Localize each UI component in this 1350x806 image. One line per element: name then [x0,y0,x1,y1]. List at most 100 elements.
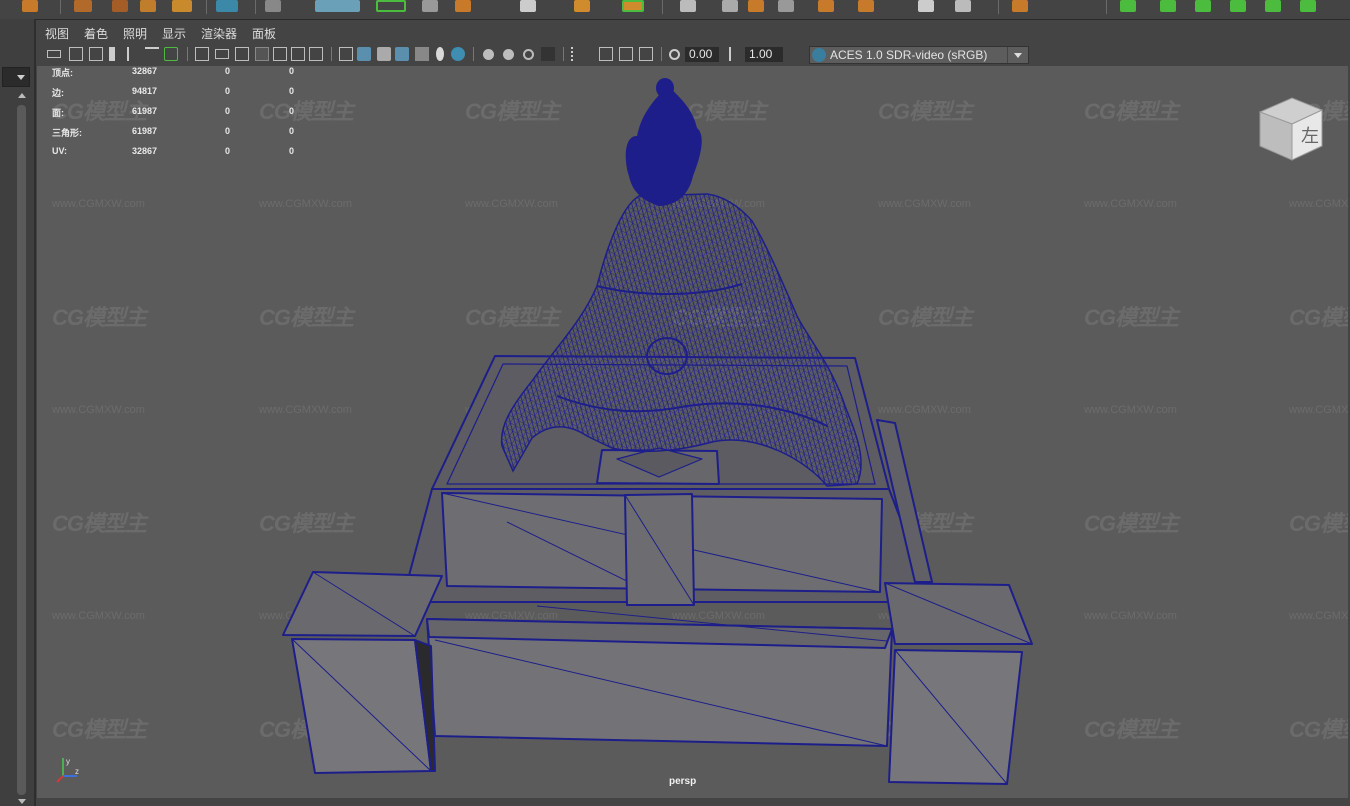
exposure-icon[interactable] [669,49,680,60]
shelf-icon[interactable] [1265,0,1281,12]
shelf-icon[interactable] [722,0,738,12]
shelf-icon[interactable] [172,0,192,12]
shelf-icon[interactable] [918,0,934,12]
hud-value: 0 [225,126,231,136]
shelf-icon[interactable] [778,0,794,12]
shelf-icon[interactable] [315,0,360,12]
buddha-mesh [500,78,862,487]
xray-active-icon[interactable] [619,47,633,61]
gamma-icon[interactable] [729,47,739,61]
image-plane-icon[interactable] [109,47,115,61]
shelf-icon[interactable] [1160,0,1176,12]
isolate-select-icon[interactable] [571,47,587,61]
shelf-icon[interactable] [1230,0,1246,12]
shelf-icon[interactable] [1195,0,1211,12]
viewcube-face-label: 左 [1301,126,1319,147]
3d-viewport[interactable]: CG模型主 CG模型主 CG模型主 CG模型主 CG模型主 CG模型主 CG模型主 CG模型主… [37,66,1348,798]
resolution-gate-icon[interactable] [235,47,249,61]
gamma-field[interactable]: 1.00 [745,47,783,62]
select-camera-icon[interactable] [47,50,61,58]
shelf-icon[interactable] [622,0,644,12]
hud-value: 0 [289,126,295,136]
view-cube[interactable]: 左 [1257,94,1327,164]
shelf-icon[interactable] [748,0,764,12]
hud-label: 顶点: [52,68,73,78]
wireframe-icon[interactable] [339,47,353,61]
menu-renderer[interactable]: 渲染器 [201,25,237,42]
chevron-down-icon[interactable] [1007,47,1028,63]
xray-icon[interactable] [599,47,613,61]
shelf-icon[interactable] [858,0,874,12]
shelf-icon[interactable] [112,0,128,12]
camera-attributes-icon[interactable] [69,47,83,61]
shelf-icon[interactable] [216,0,238,12]
use-all-lights-icon[interactable] [436,47,444,61]
hud-value: 32867 [132,66,158,76]
panel-toolbar: 0.00 1.00 ACES 1.0 SDR-video (sRGB) [37,44,1348,66]
hud-label: 边: [52,88,64,98]
hud-value: 61987 [132,106,158,116]
outliner-scrollbar[interactable] [17,105,26,795]
safe-title-icon[interactable] [309,47,323,61]
menu-shading[interactable]: 着色 [84,25,108,42]
shelf-icon[interactable] [265,0,281,12]
gate-mask-icon[interactable] [255,47,269,61]
textured-icon[interactable] [415,47,429,61]
menu-view[interactable]: 视图 [45,25,69,42]
shelf-icon[interactable] [376,0,406,12]
shaded-wireframe-icon[interactable] [395,47,409,61]
shelf-icon[interactable] [1120,0,1136,12]
shelf-icon[interactable] [680,0,696,12]
pencil-icon[interactable] [164,47,178,61]
shelf-icon[interactable] [520,0,536,12]
multisample-aa-icon[interactable] [523,49,534,60]
shelf-icon[interactable] [818,0,834,12]
screen-space-ao-icon[interactable] [483,49,494,60]
motion-blur-icon[interactable] [503,49,514,60]
shelf-icon[interactable] [74,0,92,12]
scroll-down-arrow[interactable] [18,799,26,804]
svg-text:y: y [66,757,70,766]
bookmark-icon[interactable] [89,47,103,61]
scene-render [282,78,1033,785]
grid-icon[interactable] [195,47,209,61]
2d-pan-icon[interactable] [145,47,159,63]
grease-pencil-icon[interactable] [127,47,143,61]
shelf-icon[interactable] [455,0,471,12]
colorspace-label: ACES 1.0 SDR-video (sRGB) [830,48,988,62]
shelf-icon[interactable] [22,0,38,12]
hud-value: 32867 [132,146,158,156]
exposure-field[interactable]: 0.00 [685,47,719,62]
wireframe-on-shaded-icon[interactable] [377,47,391,61]
hud-label: 面: [52,108,64,118]
depth-of-field-icon[interactable] [541,47,555,61]
outliner-dropdown[interactable] [2,67,30,87]
menu-lighting[interactable]: 照明 [123,25,147,42]
film-gate-icon[interactable] [215,49,229,59]
shelf-icon[interactable] [1012,0,1028,12]
menu-show[interactable]: 显示 [162,25,186,42]
panel-menubar: 视图 着色 照明 显示 渲染器 面板 [37,20,1348,44]
color-management-select[interactable]: ACES 1.0 SDR-video (sRGB) [809,46,1029,64]
safe-action-icon[interactable] [291,47,305,61]
hud-label: UV: [52,146,68,156]
field-chart-icon[interactable] [273,47,287,61]
menu-panels[interactable]: 面板 [252,25,276,42]
smooth-shade-icon[interactable] [357,47,371,61]
shelf-icon[interactable] [574,0,590,12]
shelf-icon[interactable] [1300,0,1316,12]
shelf-icon[interactable] [422,0,438,12]
shelf-icon[interactable] [140,0,156,12]
scroll-up-arrow[interactable] [18,93,26,98]
hud-value: 0 [225,106,231,116]
outliner-strip [0,19,36,806]
shadows-icon[interactable] [451,47,465,61]
hud-value: 0 [225,86,231,96]
shelf-icon[interactable] [955,0,971,12]
shelf-strip [0,0,1350,20]
hud-value: 0 [289,86,295,96]
xray-joints-icon[interactable] [639,47,653,61]
color-management-icon [812,48,826,62]
hud-value: 0 [289,106,295,116]
axis-gizmo: y z [56,757,79,783]
